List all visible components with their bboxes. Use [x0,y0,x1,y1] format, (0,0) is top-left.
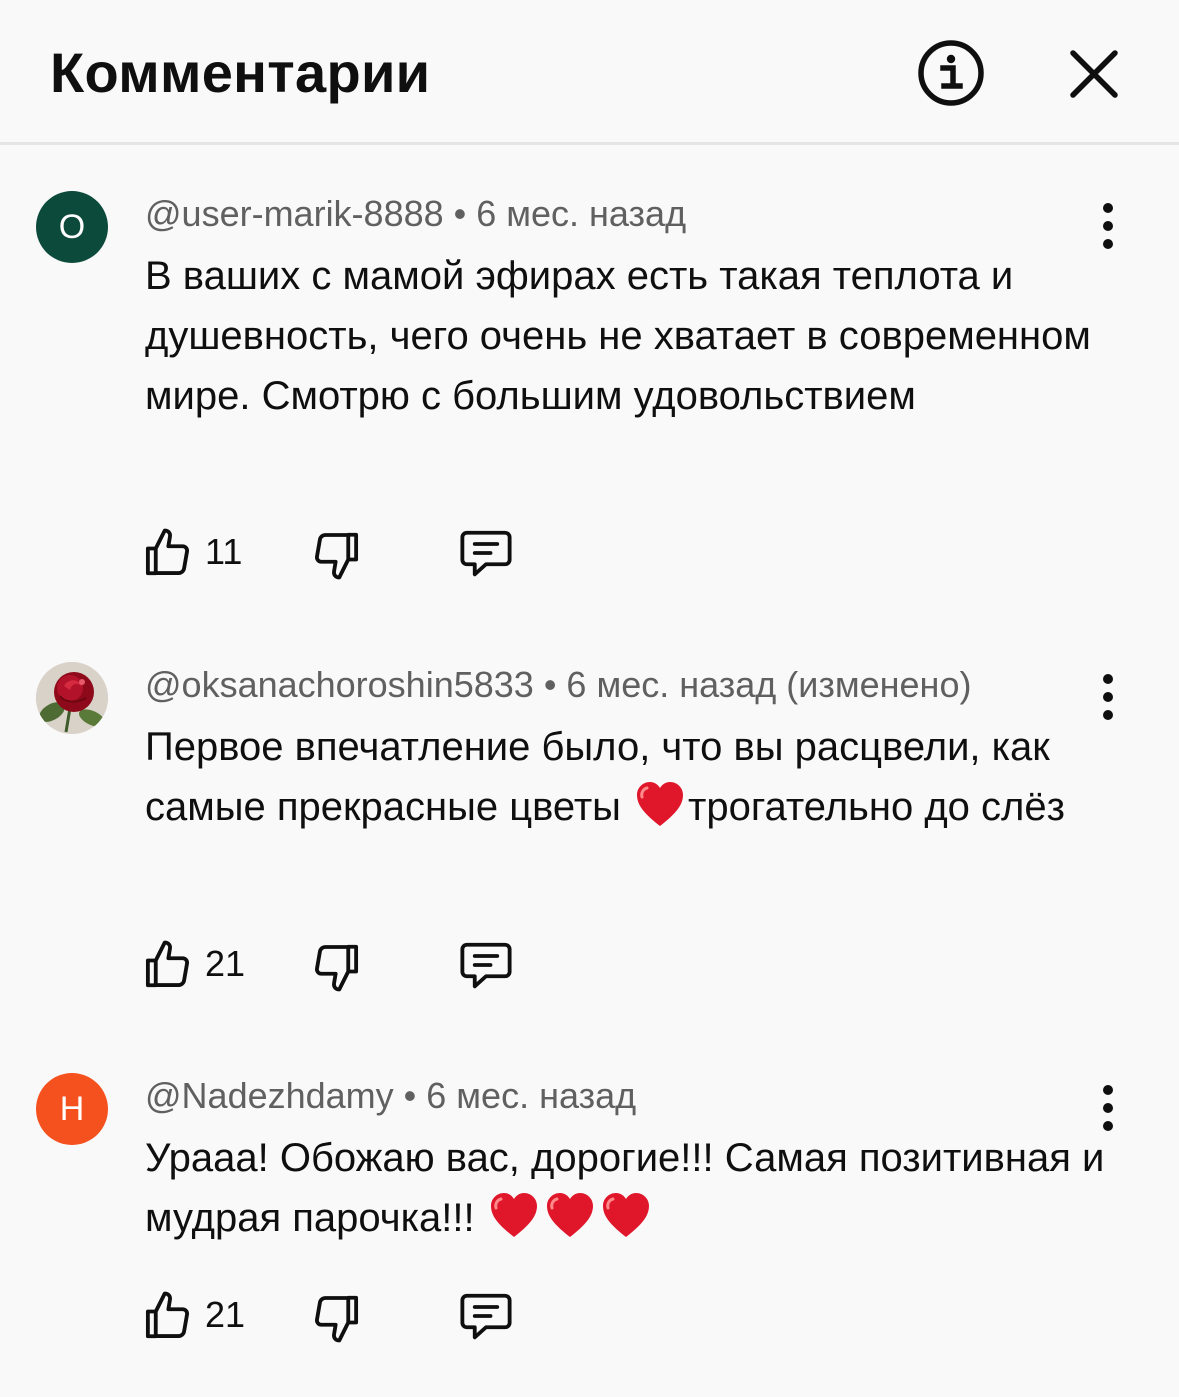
avatar[interactable]: Н [36,1073,108,1145]
comment-time: 6 мес. назад [566,664,777,705]
comment-actions: 21 [140,934,560,994]
comment-author[interactable]: @oksanachoroshin5833 [145,664,534,705]
comment-text: В ваших с мамой эфирах есть такая теплот… [145,254,1091,418]
reply-icon[interactable] [456,1289,516,1343]
comment-actions: 21 [140,1285,560,1345]
meta-separator: • [403,1075,417,1116]
comment-text-part: трогательно до слёз [688,785,1065,829]
thumbs-down-icon[interactable] [310,528,364,582]
thumbs-up-icon[interactable] [140,938,194,992]
comment-text: Первое впечатление было, что вы расцвели… [145,717,1105,837]
red-heart-emoji [488,1191,540,1239]
page-title: Комментарии [50,41,431,104]
edited-label: (изменено) [786,664,972,705]
reply-icon[interactable] [456,526,516,580]
red-heart-emoji [544,1191,596,1239]
comment-author[interactable]: @Nadezhdamy [145,1075,394,1116]
rose-avatar-image [36,662,108,734]
comment-time: 6 мес. назад [426,1075,637,1116]
comment-text: Урааа! Обожаю вас, дорогие!!! Самая пози… [145,1128,1105,1248]
thumbs-up-icon[interactable] [140,526,194,580]
like-count: 21 [205,943,246,984]
comment-meta: @user-marik-8888 • 6 мес. назад [145,192,686,236]
comment-author[interactable]: @user-marik-8888 [145,193,444,234]
thumbs-down-icon[interactable] [310,1291,364,1345]
meta-separator: • [543,664,557,705]
avatar[interactable]: О [36,191,108,263]
comment-meta: @Nadezhdamy • 6 мес. назад [145,1074,636,1118]
comments-header: Комментарии [0,0,1179,145]
red-heart-emoji [600,1191,652,1239]
like-count: 11 [205,531,243,572]
thumbs-up-icon[interactable] [140,1289,194,1343]
avatar-letter: О [58,208,86,246]
comment-time: 6 мес. назад [476,193,687,234]
comment-meta: @oksanachoroshin5833 • 6 мес. назад (измен… [145,663,971,707]
reply-icon[interactable] [456,938,516,992]
meta-separator: • [453,193,467,234]
thumbs-down-icon[interactable] [310,940,364,994]
info-icon[interactable] [916,38,986,108]
close-icon[interactable] [1068,48,1120,100]
avatar[interactable] [36,662,108,734]
like-count: 21 [205,1294,246,1335]
avatar-letter: Н [59,1090,85,1128]
comment-actions: 11 [140,522,560,582]
red-heart-emoji [634,780,686,828]
